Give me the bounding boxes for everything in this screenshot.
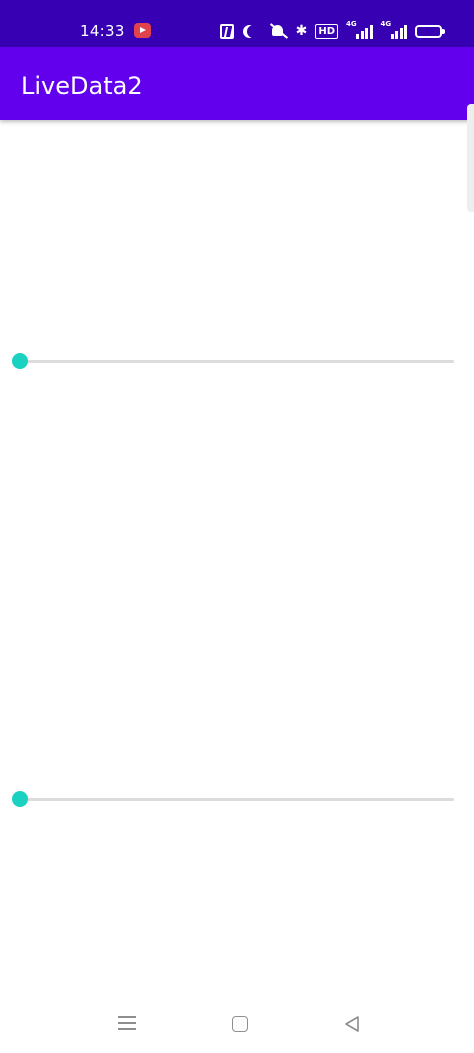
bluetooth-icon: ✱ xyxy=(295,23,308,39)
menu-icon[interactable] xyxy=(118,1016,136,1030)
seekbar-thumb[interactable] xyxy=(12,353,28,369)
home-icon[interactable] xyxy=(232,1016,248,1032)
seekbar-1[interactable] xyxy=(10,349,454,373)
scrollbar[interactable] xyxy=(467,104,474,212)
back-icon[interactable] xyxy=(343,1014,363,1034)
signal-4g-icon: 4G xyxy=(346,20,373,39)
seekbar-track[interactable] xyxy=(20,360,454,363)
sim1-network-label: 4G xyxy=(346,20,357,28)
status-bar: 14:33 ✱ HD 4G 4G xyxy=(0,0,474,47)
screen-record-icon xyxy=(134,23,151,38)
seekbar-2[interactable] xyxy=(10,787,454,811)
seekbar-track[interactable] xyxy=(20,798,454,801)
signal-4g-icon: 4G xyxy=(380,20,407,39)
nfc-icon xyxy=(219,23,234,39)
status-icons: ✱ HD 4G 4G xyxy=(219,20,445,41)
page-title: LiveData2 xyxy=(21,72,143,100)
do-not-disturb-moon-icon xyxy=(247,25,260,38)
hd-icon: HD xyxy=(315,23,338,39)
battery-icon xyxy=(415,24,445,38)
sim2-network-label: 4G xyxy=(380,20,392,28)
status-time: 14:33 xyxy=(80,22,125,40)
app-bar: LiveData2 xyxy=(0,47,474,120)
bell-muted-icon xyxy=(268,23,288,39)
system-navigation-bar xyxy=(0,1000,474,1053)
seekbar-thumb[interactable] xyxy=(12,791,28,807)
